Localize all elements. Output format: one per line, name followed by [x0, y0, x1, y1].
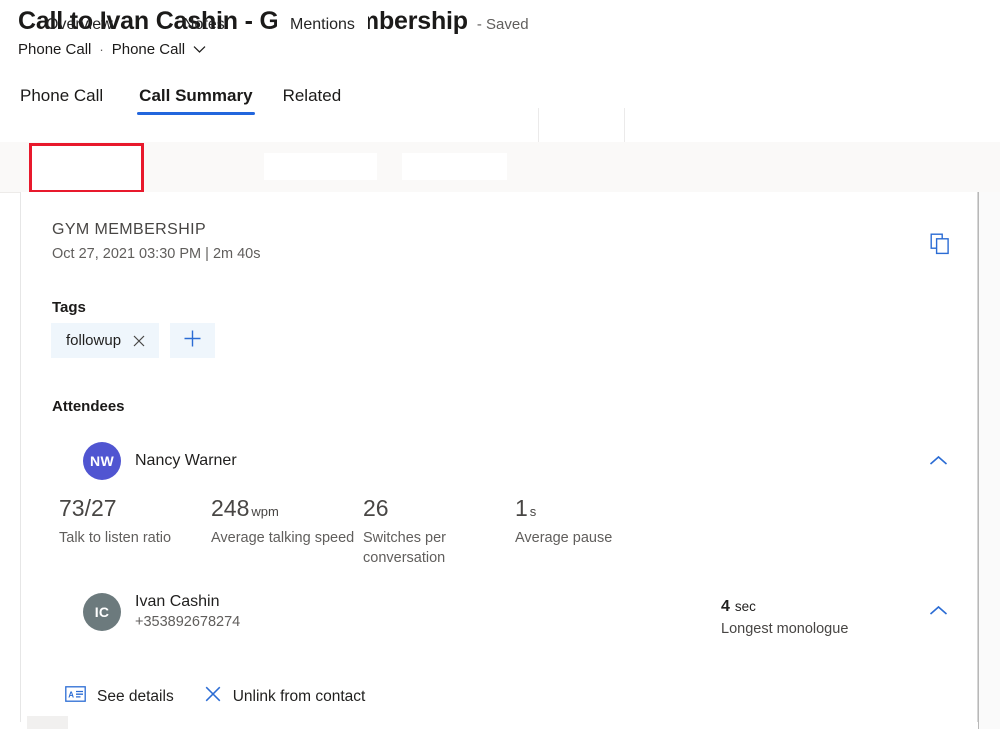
attendees-heading: Attendees [52, 398, 125, 415]
attendee-names: Ivan Cashin +353892678274 [135, 592, 240, 632]
avatar: IC [83, 593, 121, 631]
avatar: NW [83, 442, 121, 480]
metric-unit: wpm [251, 504, 278, 519]
tag-label: followup [66, 332, 121, 349]
attendee-metrics: 73/27 Talk to listen ratio 248wpm Averag… [59, 497, 675, 568]
see-details-label: See details [97, 688, 174, 706]
close-icon[interactable] [132, 334, 146, 348]
metric-unit: sec [735, 599, 756, 614]
metric-switches-per-conversation: 26 Switches per conversation [363, 497, 515, 568]
metric-value: 1 [515, 495, 528, 521]
sub-tab-overview[interactable]: Overview [46, 0, 113, 50]
metric-label: Longest monologue [721, 621, 848, 637]
unlink-from-contact-button[interactable]: Unlink from contact [204, 685, 366, 708]
tab-phone-call[interactable]: Phone Call [18, 82, 105, 115]
tag-chip[interactable]: followup [51, 323, 159, 358]
chevron-up-icon[interactable] [925, 598, 951, 624]
attendee-name: Ivan Cashin [135, 592, 240, 612]
close-icon [204, 685, 222, 708]
tab-related[interactable]: Related [281, 82, 344, 115]
chevron-up-icon[interactable] [925, 448, 951, 474]
tags-heading: Tags [52, 299, 86, 316]
attendee-names: Nancy Warner [135, 451, 237, 471]
add-tag-button[interactable] [170, 323, 215, 358]
sub-tab-mentions[interactable]: Mentions [277, 0, 368, 50]
metric-value: 4 [721, 598, 730, 615]
header-separator-2 [624, 108, 625, 142]
save-status: - Saved [477, 16, 529, 33]
metric-value: 26 [363, 495, 389, 521]
metric-talk-to-listen: 73/27 Talk to listen ratio [59, 497, 211, 568]
plus-icon [183, 329, 202, 353]
metric-average-talking-speed: 248wpm Average talking speed [211, 497, 363, 568]
tags-row: followup [51, 323, 215, 358]
mentions-tab-background [264, 153, 377, 180]
call-summary-overview-panel: GYM MEMBERSHIP Oct 27, 2021 03:30 PM | 2… [20, 192, 978, 722]
form-tab-bar: Phone Call Call Summary Related [0, 82, 1000, 124]
metric-label: Average pause [515, 529, 675, 549]
see-details-button[interactable]: A See details [65, 686, 174, 707]
header-separator-1 [538, 108, 539, 142]
breadcrumb-form-name: Phone Call [112, 41, 185, 58]
unlink-label: Unlink from contact [233, 688, 366, 706]
sub-tab-blank-placeholder [402, 153, 507, 180]
tab-call-summary[interactable]: Call Summary [137, 82, 254, 115]
copy-icon[interactable] [927, 231, 953, 257]
metric-label: Switches per conversation [363, 529, 515, 568]
metric-average-pause: 1s Average pause [515, 497, 675, 568]
metric-longest-monologue: 4 sec Longest monologue [721, 598, 848, 637]
sub-tab-notes[interactable]: Notes [183, 0, 225, 50]
metric-value: 73/27 [59, 495, 117, 521]
contact-actions: A See details Unlink from contact [65, 685, 365, 708]
contact-card-icon: A [65, 686, 86, 707]
call-subject: GYM MEMBERSHIP [52, 221, 206, 239]
bottom-left-placeholder [27, 716, 68, 729]
attendee-name: Nancy Warner [135, 451, 237, 471]
call-meta: Oct 27, 2021 03:30 PM | 2m 40s [52, 246, 261, 262]
metric-label: Talk to listen ratio [59, 529, 211, 549]
metric-value: 248 [211, 495, 249, 521]
attendee-header[interactable]: NW Nancy Warner [83, 442, 237, 480]
svg-text:A: A [68, 690, 74, 699]
attendee-header[interactable]: IC Ivan Cashin +353892678274 [83, 592, 240, 632]
attendee-phone: +353892678274 [135, 613, 240, 632]
panel-right-gutter [979, 192, 1000, 729]
metric-label: Average talking speed [211, 529, 363, 549]
metric-unit: s [530, 504, 537, 519]
record-header: Call to Ivan Cashin - Gym membership - S… [0, 0, 1000, 80]
